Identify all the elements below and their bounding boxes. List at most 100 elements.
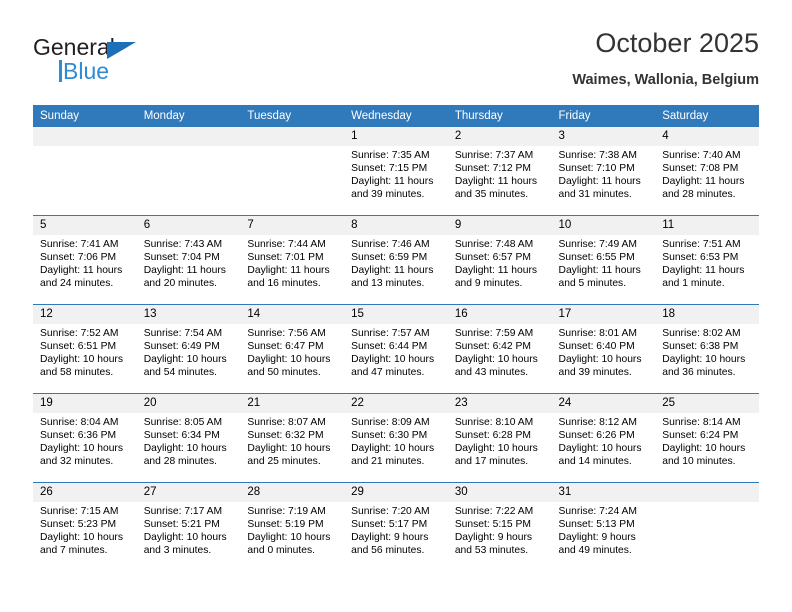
day-details: Sunrise: 8:04 AM Sunset: 6:36 PM Daylight:… — [33, 413, 137, 468]
daylight-text-line1: Daylight: 11 hours — [454, 176, 538, 188]
daylight-text-line2: and 16 minutes. — [247, 278, 321, 290]
calendar-day-cell[interactable]: 18 Sunrise: 8:02 AM Sunset: 6:38 PM Dayligh… — [655, 304, 759, 394]
calendar-day-cell[interactable]: 5 Sunrise: 7:41 AM Sunset: 7:06 PM Daylight… — [33, 215, 137, 305]
calendar-day-cell[interactable]: 19 Sunrise: 8:04 AM Sunset: 6:36 PM Dayligh… — [33, 393, 137, 483]
calendar-day-cell[interactable]: 1 Sunrise: 7:35 AM Sunset: 7:15 PM Daylight… — [344, 127, 448, 216]
day-number: 8 — [344, 216, 448, 235]
daylight-text-line2: and 9 minutes. — [454, 278, 523, 290]
daylight-text-line1: Daylight: 10 hours — [40, 443, 123, 455]
calendar-day-cell[interactable]: 30 Sunrise: 7:22 AM Sunset: 5:15 PM Dayligh… — [447, 482, 552, 571]
sunrise-text: Sunrise: 7:22 AM — [454, 506, 534, 517]
calendar-day-cell[interactable]: 31 Sunrise: 7:24 AM Sunset: 5:13 PM Dayligh… — [551, 482, 656, 571]
day-details: Sunrise: 7:52 AM Sunset: 6:51 PM Daylight:… — [33, 324, 137, 379]
calendar-day-cell[interactable]: 9 Sunrise: 7:48 AM Sunset: 6:57 PM Daylight… — [447, 215, 552, 305]
day-details: Sunrise: 8:07 AM Sunset: 6:32 PM Daylight:… — [240, 413, 344, 468]
sunrise-text: Sunrise: 7:51 AM — [662, 239, 741, 250]
day-details: Sunrise: 8:02 AM Sunset: 6:38 PM Daylight:… — [655, 324, 759, 379]
sunset-text: Sunset: 6:30 PM — [351, 430, 428, 442]
sunset-text: Sunset: 7:10 PM — [558, 163, 635, 175]
calendar-day-cell[interactable]: 25 Sunrise: 8:14 AM Sunset: 6:24 PM Dayligh… — [655, 393, 759, 483]
day-details: Sunrise: 7:35 AM Sunset: 7:15 PM Daylight:… — [344, 146, 448, 201]
sunrise-text: Sunrise: 8:01 AM — [558, 328, 637, 339]
day-number — [33, 127, 137, 146]
calendar-day-cell[interactable]: 2 Sunrise: 7:37 AM Sunset: 7:12 PM Daylight… — [447, 127, 552, 216]
calendar-day-cell[interactable]: 3 Sunrise: 7:38 AM Sunset: 7:10 PM Daylight… — [551, 127, 656, 216]
daylight-text-line2: and 20 minutes. — [143, 278, 217, 290]
calendar-day-cell[interactable]: 13 Sunrise: 7:54 AM Sunset: 6:49 PM Dayligh… — [136, 304, 241, 394]
calendar-day-cell[interactable]: 12 Sunrise: 7:52 AM Sunset: 6:51 PM Dayligh… — [33, 304, 137, 394]
day-details: Sunrise: 7:43 AM Sunset: 7:04 PM Daylight:… — [137, 235, 241, 290]
sunset-text: Sunset: 6:57 PM — [454, 252, 531, 264]
day-details: Sunrise: 7:48 AM Sunset: 6:57 PM Daylight:… — [448, 235, 552, 290]
calendar-day-cell[interactable]: 27 Sunrise: 7:17 AM Sunset: 5:21 PM Dayligh… — [136, 482, 241, 571]
sunset-text: Sunset: 6:26 PM — [558, 430, 635, 442]
day-number — [655, 483, 759, 502]
sunrise-text: Sunrise: 8:05 AM — [143, 417, 223, 428]
calendar-day-cell[interactable]: 22 Sunrise: 8:09 AM Sunset: 6:30 PM Dayligh… — [344, 393, 448, 483]
sunrise-text: Sunrise: 7:49 AM — [558, 239, 637, 250]
daylight-text-line1: Daylight: 10 hours — [454, 354, 538, 366]
sunrise-text: Sunrise: 7:20 AM — [351, 506, 430, 517]
day-number: 14 — [240, 305, 345, 324]
day-number: 28 — [240, 483, 345, 502]
calendar-day-cell[interactable]: 4 Sunrise: 7:40 AM Sunset: 7:08 PM Daylight… — [655, 127, 759, 216]
daylight-text-line1: Daylight: 10 hours — [662, 443, 746, 455]
calendar-day-cell[interactable]: 7 Sunrise: 7:44 AM Sunset: 7:01 PM Daylight… — [240, 215, 345, 305]
calendar-day-cell[interactable]: 16 Sunrise: 7:59 AM Sunset: 6:42 PM Dayligh… — [447, 304, 552, 394]
sunset-text: Sunset: 5:17 PM — [351, 519, 428, 531]
calendar-day-cell[interactable]: 10 Sunrise: 7:49 AM Sunset: 6:55 PM Dayligh… — [551, 215, 656, 305]
daylight-text-line2: and 13 minutes. — [351, 278, 425, 290]
sunrise-text: Sunrise: 8:14 AM — [662, 417, 741, 428]
day-details: Sunrise: 7:51 AM Sunset: 6:53 PM Daylight:… — [655, 235, 759, 290]
daylight-text-line1: Daylight: 9 hours — [558, 532, 636, 544]
daylight-text-line1: Daylight: 9 hours — [454, 532, 533, 544]
day-details: Sunrise: 7:57 AM Sunset: 6:44 PM Daylight:… — [344, 324, 448, 379]
day-number: 13 — [136, 305, 241, 324]
calendar-day-cell[interactable]: 20 Sunrise: 8:05 AM Sunset: 6:34 PM Dayligh… — [136, 393, 241, 483]
calendar-day-cell[interactable]: 29 Sunrise: 7:20 AM Sunset: 5:17 PM Dayligh… — [344, 482, 448, 571]
daylight-text-line1: Daylight: 10 hours — [247, 532, 331, 544]
location-subtitle: Waimes, Wallonia, Belgium — [572, 72, 759, 88]
calendar-day-cell[interactable]: 26 Sunrise: 7:15 AM Sunset: 5:23 PM Dayligh… — [33, 482, 137, 571]
daylight-text-line2: and 35 minutes. — [454, 189, 529, 201]
day-number: 29 — [344, 483, 448, 502]
sunrise-text: Sunrise: 7:44 AM — [247, 239, 326, 250]
day-number: 25 — [655, 394, 759, 413]
sunset-text: Sunset: 6:59 PM — [351, 252, 428, 264]
calendar-week-row: 19 Sunrise: 8:04 AM Sunset: 6:36 PM Dayligh… — [33, 393, 759, 483]
calendar-day-cell[interactable]: 28 Sunrise: 7:19 AM Sunset: 5:19 PM Dayligh… — [240, 482, 345, 571]
day-number: 22 — [344, 394, 448, 413]
sunrise-text: Sunrise: 7:48 AM — [454, 239, 534, 250]
calendar-day-cell[interactable]: 14 Sunrise: 7:56 AM Sunset: 6:47 PM Dayligh… — [240, 304, 345, 394]
sunrise-text: Sunrise: 7:59 AM — [454, 328, 534, 339]
calendar-header-row: Sunday Monday Tuesday Wednesday Thursday… — [33, 105, 759, 127]
daylight-text-line1: Daylight: 10 hours — [143, 443, 227, 455]
calendar-day-cell[interactable]: 23 Sunrise: 8:10 AM Sunset: 6:28 PM Dayligh… — [447, 393, 552, 483]
day-number: 30 — [447, 483, 552, 502]
sunset-text: Sunset: 6:47 PM — [247, 341, 324, 353]
sunrise-text: Sunrise: 8:07 AM — [247, 417, 326, 428]
daylight-text-line1: Daylight: 11 hours — [40, 265, 123, 277]
sunrise-text: Sunrise: 7:38 AM — [558, 150, 637, 161]
day-number: 9 — [447, 216, 552, 235]
sunrise-text: Sunrise: 7:19 AM — [247, 506, 326, 517]
day-details: Sunrise: 8:10 AM Sunset: 6:28 PM Daylight:… — [448, 413, 552, 468]
sunrise-text: Sunrise: 8:12 AM — [558, 417, 637, 428]
calendar-day-cell[interactable]: 15 Sunrise: 7:57 AM Sunset: 6:44 PM Dayligh… — [344, 304, 448, 394]
calendar-day-cell[interactable]: 24 Sunrise: 8:12 AM Sunset: 6:26 PM Dayligh… — [551, 393, 656, 483]
calendar-day-cell[interactable]: 21 Sunrise: 8:07 AM Sunset: 6:32 PM Dayligh… — [240, 393, 345, 483]
day-number: 6 — [136, 216, 241, 235]
sunset-text: Sunset: 5:23 PM — [40, 519, 117, 531]
day-number: 18 — [655, 305, 759, 324]
calendar-day-cell[interactable]: 8 Sunrise: 7:46 AM Sunset: 6:59 PM Daylight… — [344, 215, 448, 305]
calendar-day-cell[interactable]: 17 Sunrise: 8:01 AM Sunset: 6:40 PM Dayligh… — [551, 304, 656, 394]
sunset-text: Sunset: 5:13 PM — [558, 519, 635, 531]
daylight-text-line2: and 39 minutes. — [351, 189, 425, 201]
daylight-text-line2: and 14 minutes. — [558, 456, 632, 468]
calendar-day-cell[interactable]: 11 Sunrise: 7:51 AM Sunset: 6:53 PM Dayligh… — [655, 215, 759, 305]
day-number: 17 — [551, 305, 656, 324]
calendar-day-cell[interactable]: 6 Sunrise: 7:43 AM Sunset: 7:04 PM Daylight… — [136, 215, 241, 305]
sunset-text: Sunset: 6:36 PM — [40, 430, 117, 442]
sunset-text: Sunset: 5:21 PM — [143, 519, 220, 531]
calendar-body: 1 Sunrise: 7:35 AM Sunset: 7:15 PM Daylight… — [33, 127, 759, 571]
